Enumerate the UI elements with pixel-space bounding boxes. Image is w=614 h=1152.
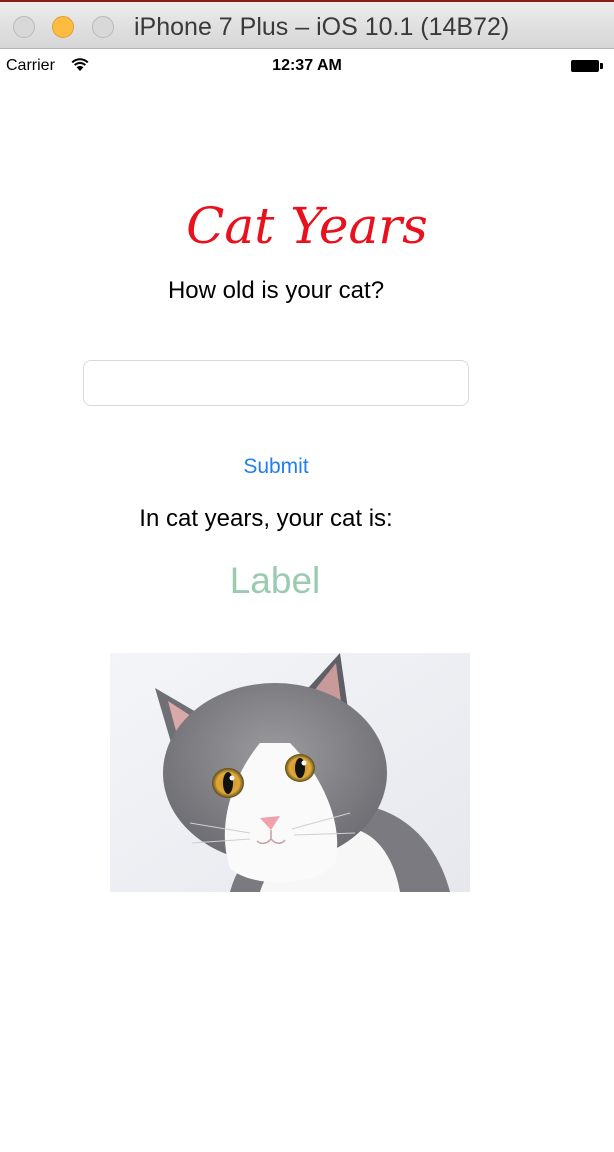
simulator-title-bar: iPhone 7 Plus – iOS 10.1 (14B72) xyxy=(0,0,614,49)
result-caption: In cat years, your cat is: xyxy=(139,505,393,532)
result-value-label: Label xyxy=(229,560,321,601)
ios-status-bar: Carrier 12:37 AM xyxy=(0,50,614,82)
window-title: iPhone 7 Plus – iOS 10.1 (14B72) xyxy=(134,13,510,41)
cat-photo xyxy=(110,653,470,892)
question-label: How old is your cat? xyxy=(167,277,385,304)
close-window-button[interactable] xyxy=(13,16,35,38)
zoom-window-button[interactable] xyxy=(92,16,114,38)
status-time: 12:37 AM xyxy=(272,57,342,74)
cat-age-input[interactable] xyxy=(83,360,469,406)
minimize-window-button[interactable] xyxy=(52,16,74,38)
battery-icon xyxy=(571,60,603,72)
submit-button[interactable]: Submit xyxy=(226,452,326,482)
app-title: Cat Years xyxy=(186,197,428,255)
